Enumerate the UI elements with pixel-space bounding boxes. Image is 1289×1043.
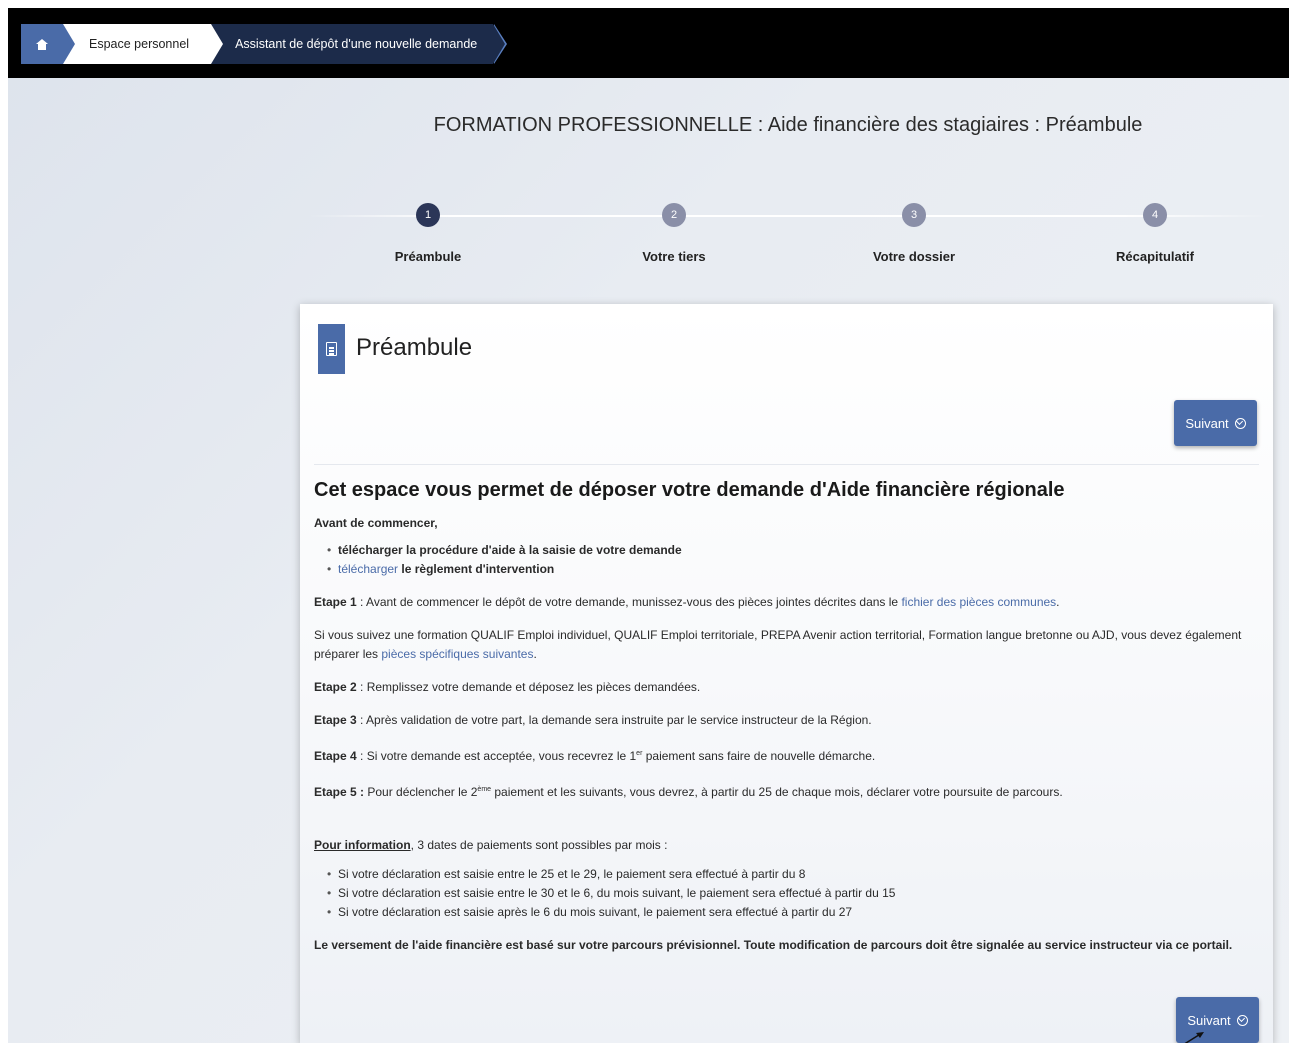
mouse-cursor-icon	[1184, 1032, 1204, 1043]
next-button-label: Suivant	[1185, 415, 1229, 431]
etape-text: : Si votre demande est acceptée, vous re…	[356, 749, 637, 763]
superscript: ème	[477, 786, 492, 793]
preambule-card: Préambule Suivant Cet espace vous permet…	[300, 304, 1273, 1043]
info-label: Pour information	[314, 838, 411, 852]
step-preambule: 1 Préambule	[348, 198, 508, 264]
breadcrumb-espace-personnel[interactable]: Espace personnel	[63, 24, 224, 64]
divider	[314, 464, 1259, 465]
next-button-label: Suivant	[1187, 1012, 1231, 1028]
preambule-content: Cet espace vous permet de déposer votre …	[314, 479, 1264, 969]
download-procedure-link[interactable]: télécharger la procédure d'aide à la sai…	[338, 543, 682, 557]
etape-1: Etape 1 : Avant de commencer le dépôt de…	[314, 593, 1264, 612]
step-label: Récapitulatif	[1115, 249, 1194, 264]
step-recapitulatif: 4 Récapitulatif	[1075, 198, 1235, 264]
step-number: 2	[662, 203, 686, 227]
punctuation: .	[533, 647, 537, 661]
list-item: Si votre déclaration est saisie entre le…	[314, 884, 1264, 903]
pieces-specifiques-link[interactable]: pièces spécifiques suivantes	[381, 647, 533, 661]
step-label: Préambule	[394, 249, 462, 264]
closing-text: Le versement de l'aide financière est ba…	[314, 938, 1233, 952]
content-heading: Cet espace vous permet de déposer votre …	[314, 479, 1065, 501]
breadcrumb-current: Assistant de dépôt d'une nouvelle demand…	[211, 24, 508, 64]
breadcrumb-label: Assistant de dépôt d'une nouvelle demand…	[235, 37, 478, 51]
list-item: Si votre déclaration est saisie après le…	[314, 903, 1264, 922]
list-item: télécharger le règlement d'intervention	[314, 560, 1264, 579]
top-bar: Espace personnel Assistant de dépôt d'un…	[8, 8, 1289, 78]
etape-text: paiement sans faire de nouvelle démarche…	[642, 749, 876, 763]
etape-5: Etape 5 : Pour déclencher le 2ème paieme…	[314, 780, 1264, 802]
etape-text: : Après validation de votre part, la dem…	[356, 713, 872, 727]
step-votre-tiers: 2 Votre tiers	[594, 198, 754, 264]
etape-text: paiement et les suivants, vous devrez, à…	[491, 785, 1063, 799]
home-icon	[36, 38, 48, 50]
etape-2: Etape 2 : Remplissez votre demande et dé…	[314, 678, 1264, 697]
etape-text: : Remplissez votre demande et déposez le…	[356, 680, 701, 694]
download-reglement-link[interactable]: télécharger	[338, 562, 398, 576]
breadcrumb-label: Espace personnel	[89, 37, 190, 51]
intro-text: Avant de commencer,	[314, 516, 438, 530]
step-number: 4	[1143, 203, 1167, 227]
step-number: 3	[902, 203, 926, 227]
breadcrumb: Espace personnel Assistant de dépôt d'un…	[21, 24, 508, 64]
etape-4: Etape 4 : Si votre demande est acceptée,…	[314, 744, 1264, 766]
page-frame: Espace personnel Assistant de dépôt d'un…	[8, 8, 1289, 1043]
list-item-text: le règlement d'intervention	[398, 562, 555, 576]
etape-3: Etape 3 : Après validation de votre part…	[314, 711, 1264, 730]
etape-text: Pour déclencher le 2	[364, 785, 478, 799]
punctuation: .	[1056, 595, 1060, 609]
list-item[interactable]: télécharger la procédure d'aide à la sai…	[314, 541, 1264, 560]
list-item: Si votre déclaration est saisie entre le…	[314, 865, 1264, 884]
document-icon	[326, 342, 337, 356]
chevron-circle-down-icon	[1234, 417, 1246, 429]
etape-label: Etape 2	[314, 680, 357, 694]
etape-label: Etape 5 :	[314, 785, 365, 799]
etape-text: : Avant de commencer le dépôt de votre d…	[356, 595, 902, 609]
etape-label: Etape 1	[314, 595, 357, 609]
card-header-icon	[318, 324, 345, 374]
etape-label: Etape 3	[314, 713, 357, 727]
card-title: Préambule	[356, 334, 473, 361]
breadcrumb-home[interactable]	[21, 24, 75, 64]
chevron-circle-down-icon	[1236, 1014, 1248, 1026]
qualif-note: Si vous suivez une formation QUALIF Empl…	[314, 626, 1264, 664]
stepper: 1 Préambule 2 Votre tiers 3 Votre dossie…	[308, 198, 1268, 278]
etape-label: Etape 4	[314, 749, 357, 763]
info-text: , 3 dates de paiements sont possibles pa…	[410, 838, 668, 852]
page-title: FORMATION PROFESSIONNELLE : Aide financi…	[433, 114, 1143, 136]
step-label: Votre dossier	[872, 249, 956, 264]
step-votre-dossier: 3 Votre dossier	[834, 198, 994, 264]
info-paragraph: Pour information, 3 dates de paiements s…	[314, 836, 1264, 855]
step-label: Votre tiers	[642, 249, 706, 264]
fichier-pieces-communes-link[interactable]: fichier des pièces communes	[901, 595, 1056, 609]
next-button-top[interactable]: Suivant	[1174, 400, 1257, 446]
download-list: télécharger la procédure d'aide à la sai…	[314, 541, 1264, 579]
step-number: 1	[416, 203, 440, 227]
payment-dates-list: Si votre déclaration est saisie entre le…	[314, 865, 1264, 922]
